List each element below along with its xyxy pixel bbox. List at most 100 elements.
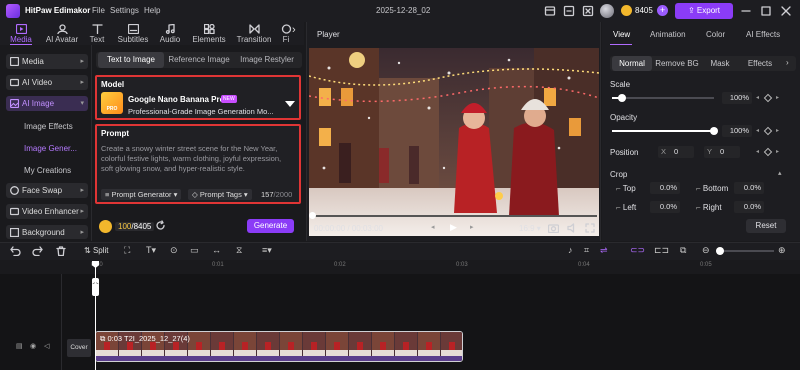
microphone-icon[interactable]: ♪ xyxy=(568,245,573,255)
window-maximize-icon[interactable] xyxy=(760,5,772,17)
zoom-out-icon[interactable]: ⊖ xyxy=(702,245,710,256)
sidebar-item-media[interactable]: Media ▸ xyxy=(6,54,88,69)
play-icon[interactable]: ▶ xyxy=(450,222,457,233)
prev-frame-icon[interactable]: ◂ xyxy=(431,223,435,231)
add-coins-button[interactable]: + xyxy=(657,5,668,16)
magnet-icon[interactable]: ⊂⊃ xyxy=(630,245,645,256)
prompt-textarea[interactable]: Create a snowy winter street scene for t… xyxy=(101,144,295,174)
next-keyframe-icon[interactable]: ▸ xyxy=(776,127,779,134)
track-visibility-icon[interactable]: ◉ xyxy=(30,342,36,350)
tab-text[interactable]: Text xyxy=(86,22,108,45)
tab-reference-image[interactable]: Reference Image xyxy=(166,52,232,68)
text-tool-icon[interactable]: T▾ xyxy=(146,245,156,256)
tab-media[interactable]: Media xyxy=(4,22,38,45)
playback-scrubber-handle[interactable] xyxy=(309,212,316,219)
menu-file[interactable]: File xyxy=(92,6,105,15)
prev-keyframe-icon[interactable]: ◂ xyxy=(756,148,759,155)
reset-button[interactable]: Reset xyxy=(746,219,786,233)
close-window-icon[interactable] xyxy=(582,5,594,17)
tab-audio[interactable]: Audio xyxy=(156,22,184,45)
freeze-icon[interactable]: ▭ xyxy=(190,245,199,256)
crop-right-field[interactable]: ⌐ Right xyxy=(696,203,722,212)
tab-animation[interactable]: Animation xyxy=(650,30,686,39)
sidebar-item-background[interactable]: Background ▸ xyxy=(6,225,88,239)
prompt-generator-button[interactable]: ≡ Prompt Generator ▾ xyxy=(101,189,182,200)
opacity-slider-handle[interactable] xyxy=(710,127,718,135)
delete-icon[interactable] xyxy=(56,246,66,256)
video-preview[interactable] xyxy=(309,48,599,236)
crop-left-field[interactable]: ⌐ Left xyxy=(616,203,636,212)
tab-filter[interactable]: Fi xyxy=(280,22,292,45)
sidebar-item-ai-video[interactable]: AI Video ▸ xyxy=(6,75,88,90)
tabs-scroll-right-icon[interactable]: › xyxy=(292,24,296,36)
zoom-slider-handle[interactable] xyxy=(716,247,724,255)
zoom-slider[interactable] xyxy=(716,250,774,252)
user-avatar[interactable] xyxy=(600,4,614,18)
sidebar-item-face-swap[interactable]: Face Swap ▸ xyxy=(6,183,88,198)
snapshot-icon[interactable] xyxy=(548,223,559,233)
refresh-icon[interactable] xyxy=(155,220,166,231)
tab-elements[interactable]: Elements xyxy=(190,22,228,45)
crop-left-value[interactable]: 0.0% xyxy=(650,201,680,213)
video-clip[interactable]: ⧉ 0:03 T2I_2025_12_27(4) xyxy=(95,331,463,362)
segments-more-icon[interactable]: › xyxy=(786,58,789,67)
fullscreen-icon[interactable] xyxy=(585,223,595,233)
menu-help[interactable]: Help xyxy=(144,6,160,15)
sidebar-subitem-image-effects[interactable]: Image Effects xyxy=(24,122,73,131)
mirror-icon[interactable]: ⧖ xyxy=(236,245,242,256)
minimize-icon[interactable] xyxy=(563,5,575,17)
next-keyframe-icon[interactable]: ▸ xyxy=(776,148,779,155)
opacity-value[interactable]: 100% xyxy=(722,125,752,137)
split-button[interactable]: ⇅ Split xyxy=(84,246,109,255)
layers-icon[interactable]: ⧉ xyxy=(680,245,686,256)
tab-transition[interactable]: Transition xyxy=(234,22,274,45)
window-close-icon[interactable] xyxy=(780,5,792,17)
more-tools-icon[interactable]: ≡▾ xyxy=(262,245,272,256)
tab-subtitles[interactable]: Subtitles xyxy=(114,22,152,45)
redo-icon[interactable] xyxy=(32,246,43,256)
scale-value[interactable]: 100% xyxy=(722,92,752,104)
segment-remove-bg[interactable]: Remove BG xyxy=(654,56,700,71)
speed-icon[interactable]: ⊙ xyxy=(170,245,178,256)
model-selector[interactable]: Model PRO Google Nano Banana Pro NEW Pro… xyxy=(95,75,301,120)
export-button[interactable]: ⇪ Export xyxy=(675,3,733,19)
track-audio-icon[interactable]: ◁ xyxy=(44,342,49,350)
position-x-field[interactable]: X0 xyxy=(658,146,694,158)
next-keyframe-icon[interactable]: ▸ xyxy=(776,94,779,101)
tab-text-to-image[interactable]: Text to Image xyxy=(98,52,164,68)
prev-keyframe-icon[interactable]: ◂ xyxy=(756,94,759,101)
track-link-icon[interactable]: ⇌ xyxy=(600,245,608,256)
segment-effects[interactable]: Effects xyxy=(740,56,780,71)
sidebar-item-video-enhancer[interactable]: Video Enhancer ▸ xyxy=(6,204,88,219)
fit-icon[interactable]: ⊏⊐ xyxy=(654,245,669,256)
track-lock-icon[interactable]: ▤ xyxy=(16,342,23,350)
tab-ai-avatar[interactable]: AI Avatar xyxy=(42,22,82,45)
playhead[interactable] xyxy=(95,262,96,370)
crop-right-value[interactable]: 0.0% xyxy=(734,201,764,213)
tab-color[interactable]: Color xyxy=(706,30,725,39)
crop-tool-icon[interactable]: ⛶ xyxy=(124,245,130,256)
sidebar-item-ai-image[interactable]: AI Image ▾ xyxy=(6,96,88,111)
menu-settings[interactable]: Settings xyxy=(110,6,139,15)
zoom-in-icon[interactable]: ⊕ xyxy=(778,245,786,256)
scale-slider[interactable] xyxy=(612,97,714,99)
prompt-tags-button[interactable]: ◇ Prompt Tags ▾ xyxy=(188,189,252,200)
cover-button[interactable]: Cover xyxy=(67,339,91,357)
crop-top-value[interactable]: 0.0% xyxy=(650,182,680,194)
generate-button[interactable]: Generate xyxy=(247,219,294,233)
segment-mask[interactable]: Mask xyxy=(702,56,738,71)
tab-ai-effects[interactable]: AI Effects xyxy=(746,30,780,39)
window-minimize-icon[interactable] xyxy=(740,5,752,17)
playback-progress-bar[interactable] xyxy=(310,215,597,217)
crop-bottom-field[interactable]: ⌐ Bottom xyxy=(696,184,728,193)
snap-icon[interactable]: ⌗ xyxy=(584,245,589,256)
reverse-icon[interactable]: ↔ xyxy=(212,245,221,255)
dropdown-caret-icon[interactable] xyxy=(285,101,295,107)
crop-top-field[interactable]: ⌐ Top xyxy=(616,184,636,193)
prev-keyframe-icon[interactable]: ◂ xyxy=(756,127,759,134)
aspect-ratio-dropdown[interactable]: 16:9 ▾ xyxy=(519,224,541,233)
volume-icon[interactable] xyxy=(567,223,577,233)
segment-normal[interactable]: Normal xyxy=(612,56,652,71)
layout-icon[interactable] xyxy=(544,5,556,17)
sidebar-subitem-image-generator[interactable]: Image Gener... xyxy=(24,144,77,153)
